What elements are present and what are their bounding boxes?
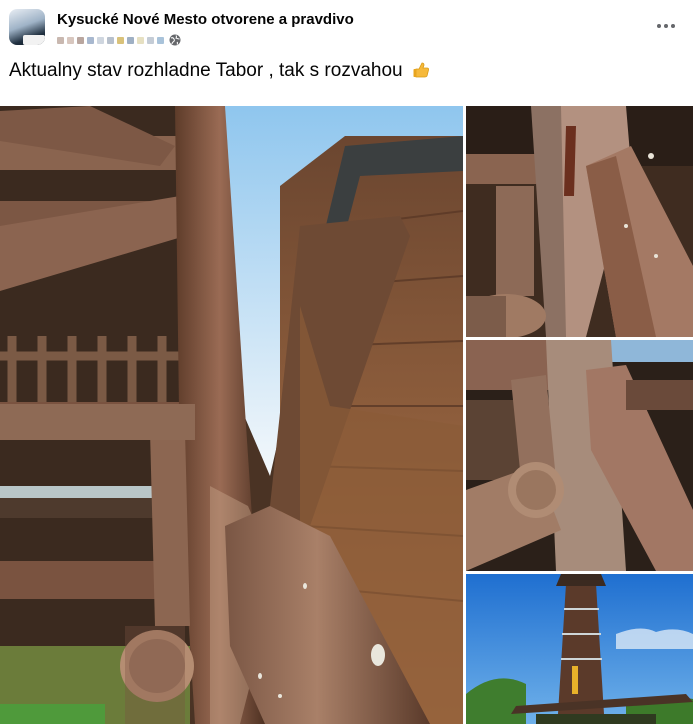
more-options-button[interactable] [655,16,677,36]
more-horizontal-icon [657,24,661,28]
gallery-photo-main[interactable] [0,106,463,724]
gallery-photo-3[interactable] [466,340,693,571]
cracked-log-image [466,106,693,337]
redacted-meta [57,36,64,44]
log-joint-image [466,340,693,571]
photo-gallery [0,106,693,724]
post-text: Aktualny stav rozhladne Tabor , tak s ro… [9,60,403,81]
gallery-photo-4[interactable] [466,574,693,724]
group-avatar[interactable] [9,9,45,45]
gallery-photo-2[interactable] [466,106,693,337]
globe-icon[interactable] [169,34,181,46]
tower-exterior-image [466,574,693,724]
tower-logs-image [0,106,463,724]
post-header: Kysucké Nové Mesto otvorene a pravdivo [0,0,693,52]
thumbs-up-icon [413,62,429,78]
post-body-text: Aktualny stav rozhladne Tabor , tak s ro… [9,60,430,82]
post-meta-row [57,33,181,47]
group-name-link[interactable]: Kysucké Nové Mesto otvorene a pravdivo [57,11,354,28]
